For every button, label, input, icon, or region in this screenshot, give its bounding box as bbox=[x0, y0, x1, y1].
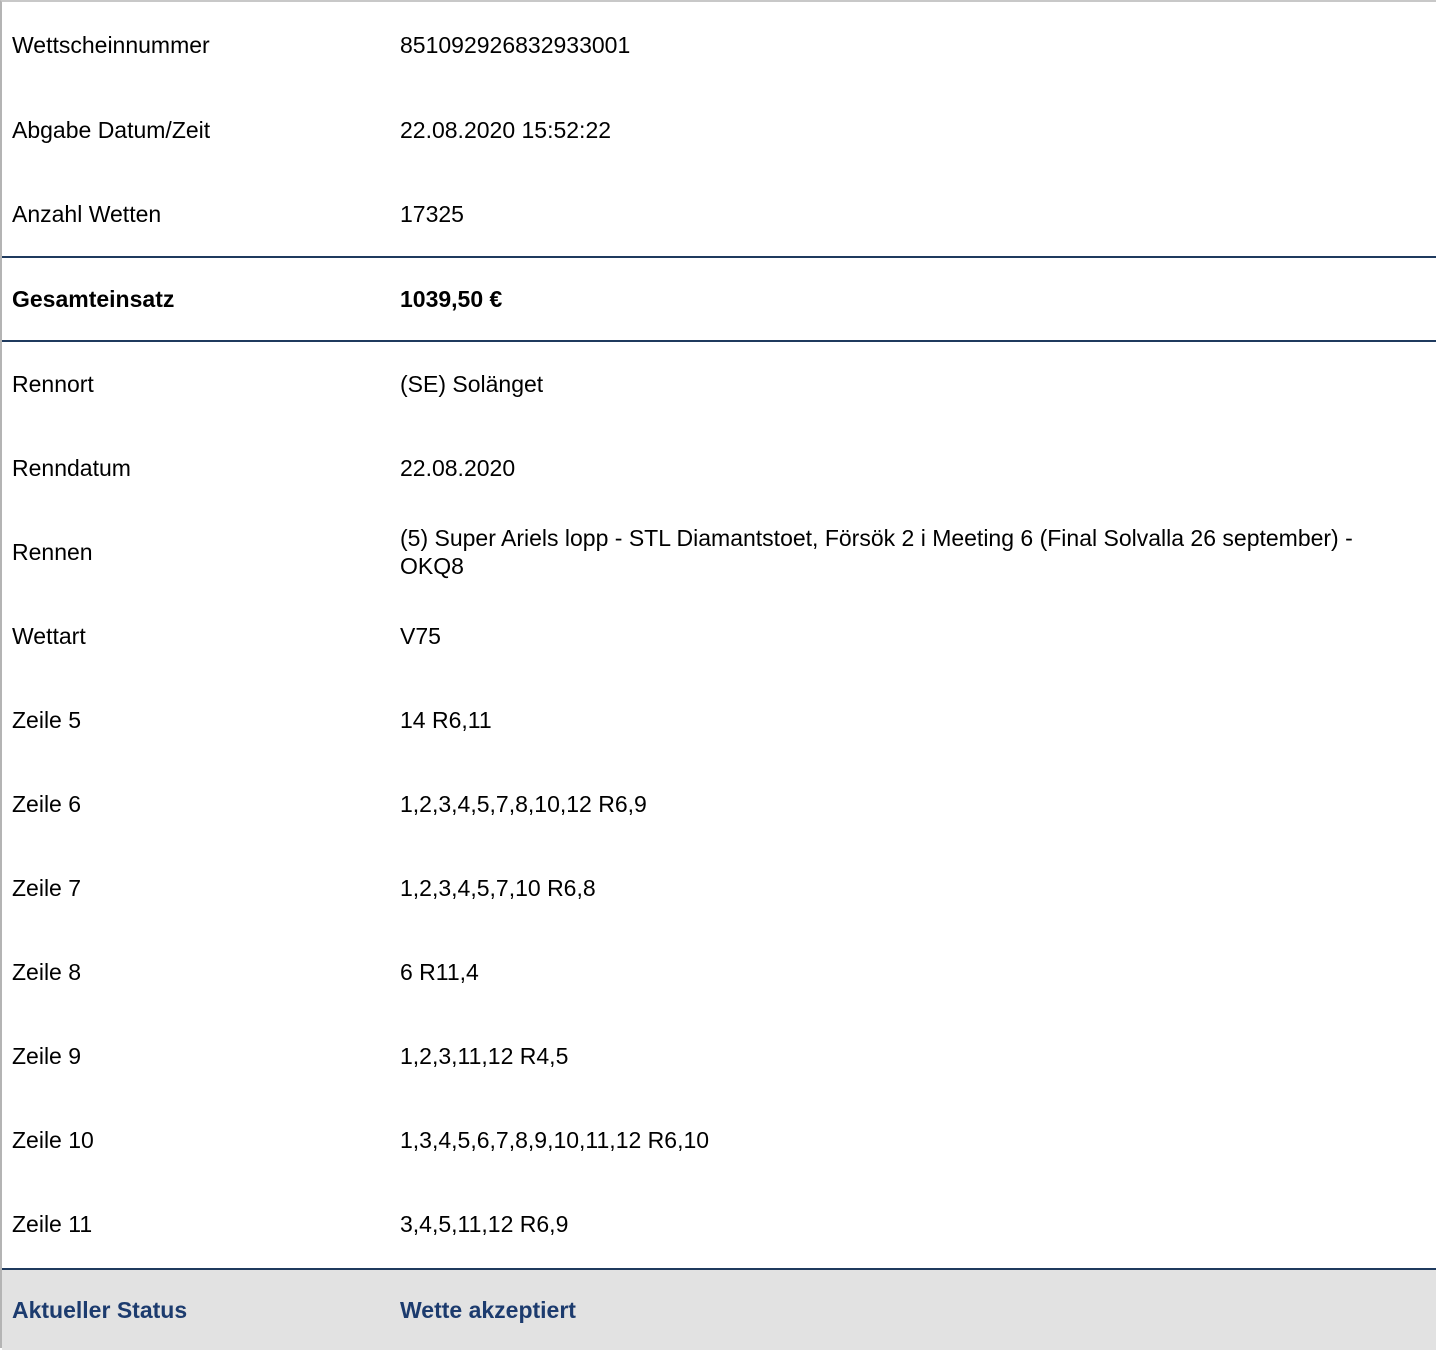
line-value: 14 R6,11 bbox=[400, 707, 492, 733]
bet-count-value: 17325 bbox=[400, 201, 464, 227]
submission-datetime-label: Abgabe Datum/Zeit bbox=[12, 116, 211, 143]
race-name-row: Rennen (5) Super Ariels lopp - STL Diama… bbox=[2, 510, 1436, 594]
ticket-number-value: 851092926832933001 bbox=[400, 32, 631, 58]
bet-ticket-details: Wettscheinnummer 851092926832933001 Abga… bbox=[0, 0, 1436, 1350]
line-label: Zeile 8 bbox=[12, 958, 82, 985]
bet-type-label: Wettart bbox=[12, 622, 86, 649]
line-row: Zeile 5 14 R6,11 bbox=[2, 678, 1436, 762]
race-date-label: Renndatum bbox=[12, 454, 131, 481]
total-stake-label: Gesamteinsatz bbox=[12, 285, 175, 312]
current-status-row: Aktueller Status Wette akzeptiert bbox=[2, 1268, 1436, 1350]
current-status-value: Wette akzeptiert bbox=[400, 1297, 576, 1323]
race-date-row: Renndatum 22.08.2020 bbox=[2, 426, 1436, 510]
race-venue-value: (SE) Solänget bbox=[400, 371, 544, 397]
line-row: Zeile 6 1,2,3,4,5,7,8,10,12 R6,9 bbox=[2, 762, 1436, 846]
line-value: 3,4,5,11,12 R6,9 bbox=[400, 1211, 569, 1237]
line-label: Zeile 9 bbox=[12, 1042, 82, 1069]
total-stake-value: 1039,50 € bbox=[400, 286, 503, 312]
ticket-number-label: Wettscheinnummer bbox=[12, 31, 210, 58]
line-row: Zeile 11 3,4,5,11,12 R6,9 bbox=[2, 1182, 1436, 1266]
line-label: Zeile 11 bbox=[12, 1210, 93, 1237]
line-value: 1,2,3,11,12 R4,5 bbox=[400, 1043, 569, 1069]
line-value: 1,2,3,4,5,7,10 R6,8 bbox=[400, 875, 596, 901]
bet-type-row: Wettart V75 bbox=[2, 594, 1436, 678]
line-label: Zeile 5 bbox=[12, 706, 82, 733]
line-label: Zeile 10 bbox=[12, 1126, 94, 1153]
total-stake-row: Gesamteinsatz 1039,50 € bbox=[2, 256, 1436, 342]
bet-type-value: V75 bbox=[400, 623, 441, 649]
line-row: Zeile 8 6 R11,4 bbox=[2, 930, 1436, 1014]
current-status-label: Aktueller Status bbox=[12, 1296, 188, 1323]
race-venue-label: Rennort bbox=[12, 370, 94, 397]
submission-datetime-value: 22.08.2020 15:52:22 bbox=[400, 117, 612, 143]
line-row: Zeile 7 1,2,3,4,5,7,10 R6,8 bbox=[2, 846, 1436, 930]
race-venue-row: Rennort (SE) Solänget bbox=[2, 342, 1436, 426]
line-row: Zeile 9 1,2,3,11,12 R4,5 bbox=[2, 1014, 1436, 1098]
line-value: 1,2,3,4,5,7,8,10,12 R6,9 bbox=[400, 791, 647, 817]
bet-count-row: Anzahl Wetten 17325 bbox=[2, 172, 1436, 256]
submission-datetime-row: Abgabe Datum/Zeit 22.08.2020 15:52:22 bbox=[2, 88, 1436, 172]
race-name-value: (5) Super Ariels lopp - STL Diamantstoet… bbox=[400, 525, 1353, 579]
race-name-label: Rennen bbox=[12, 538, 93, 565]
line-label: Zeile 6 bbox=[12, 790, 82, 817]
line-value: 6 R11,4 bbox=[400, 959, 479, 985]
line-label: Zeile 7 bbox=[12, 874, 82, 901]
line-value: 1,3,4,5,6,7,8,9,10,11,12 R6,10 bbox=[400, 1127, 710, 1153]
bet-count-label: Anzahl Wetten bbox=[12, 200, 162, 227]
ticket-number-row: Wettscheinnummer 851092926832933001 bbox=[2, 2, 1436, 88]
line-row: Zeile 10 1,3,4,5,6,7,8,9,10,11,12 R6,10 bbox=[2, 1098, 1436, 1182]
race-date-value: 22.08.2020 bbox=[400, 455, 516, 481]
